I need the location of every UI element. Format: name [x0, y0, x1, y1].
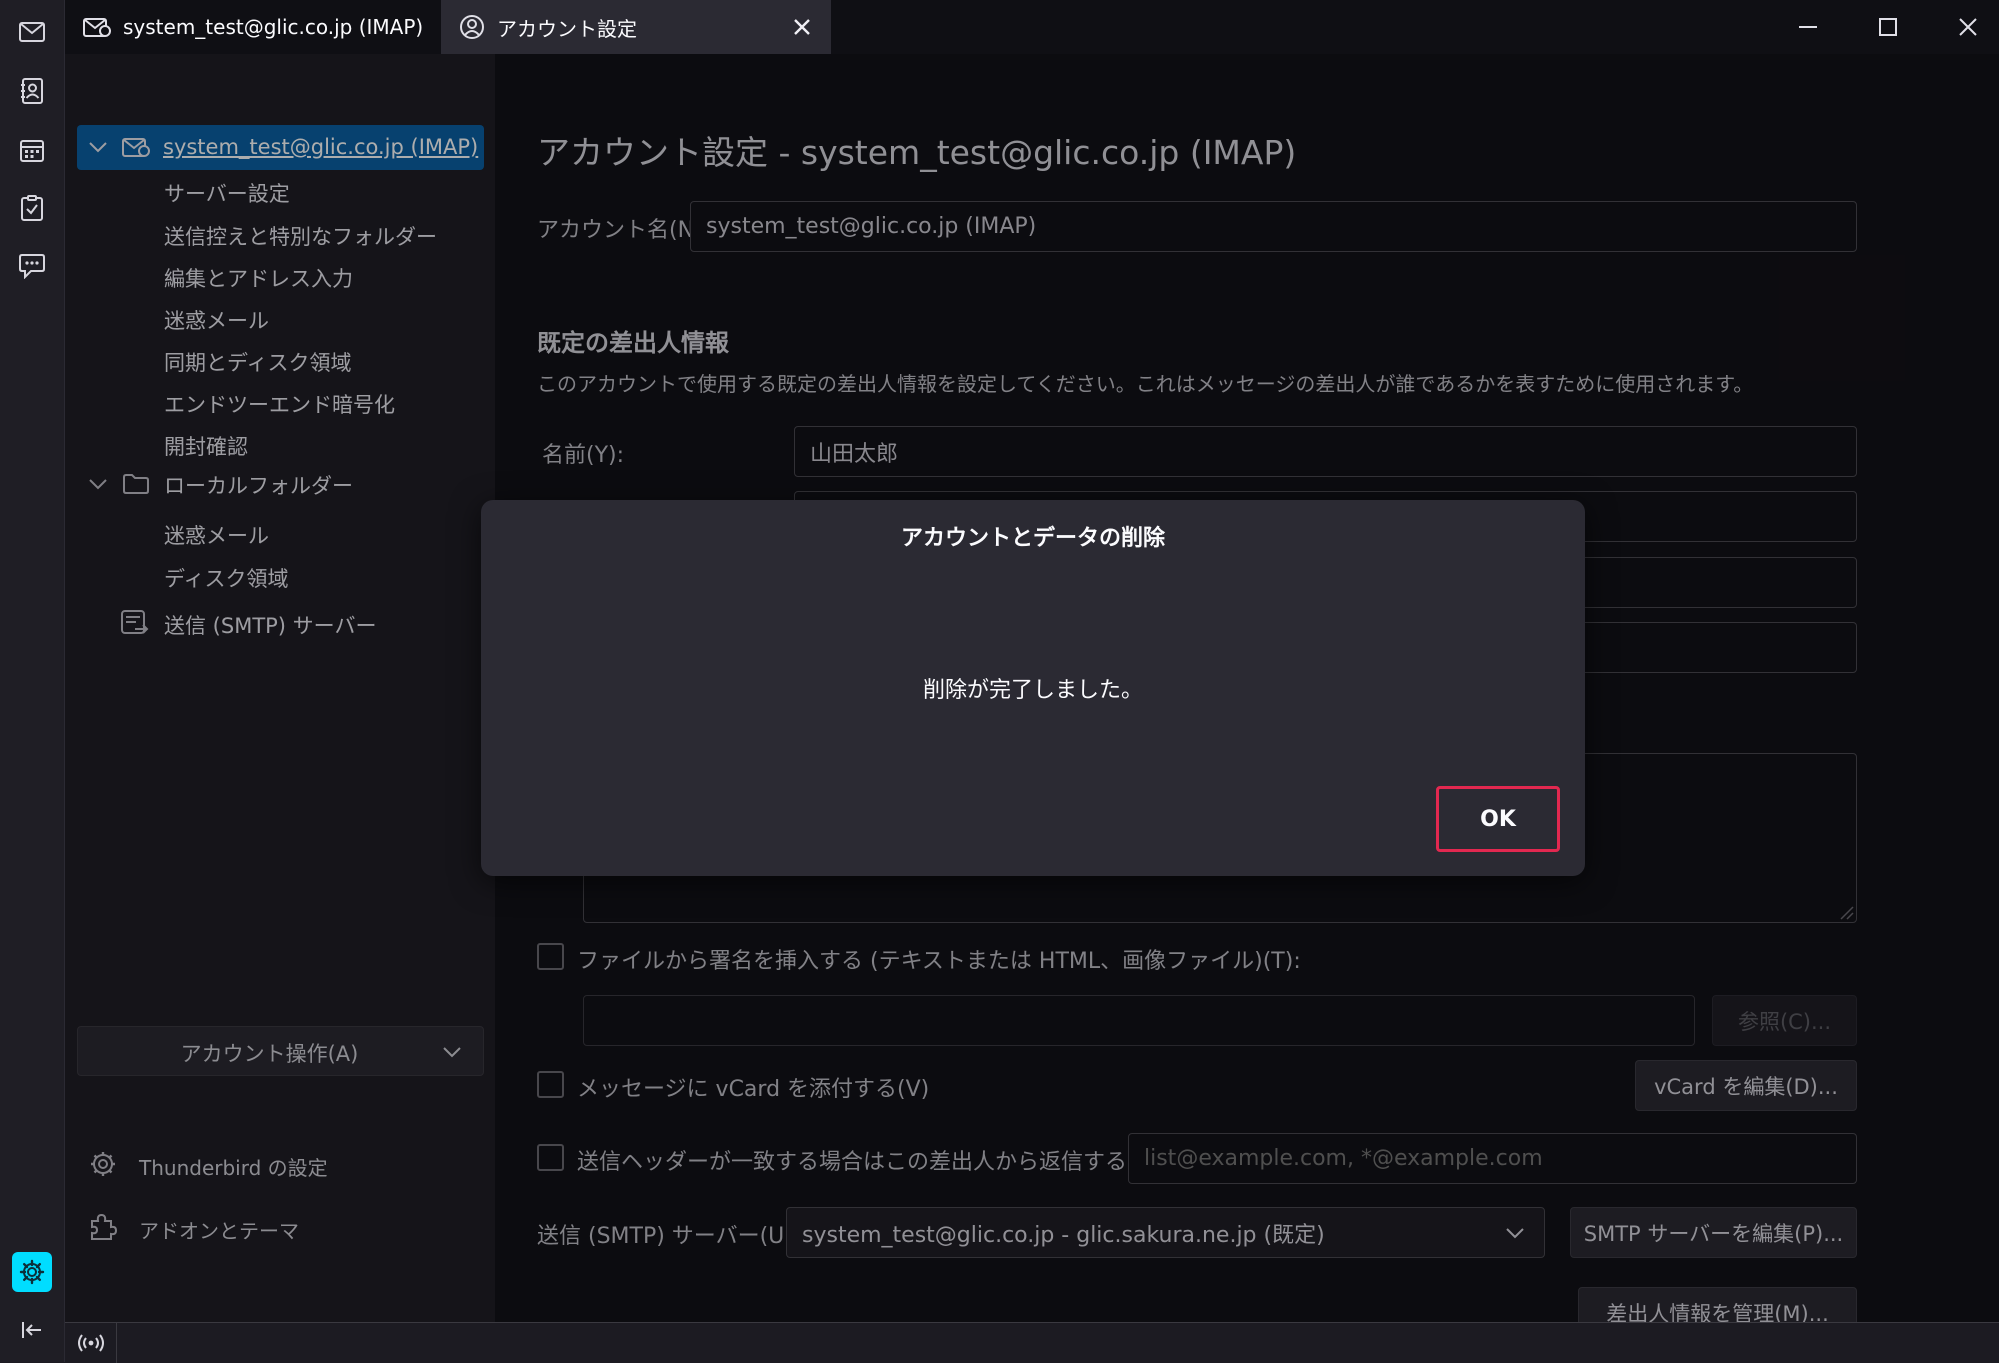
close-tab-icon[interactable]: [793, 18, 811, 36]
tab-mail-label: system_test@glic.co.jp (IMAP): [123, 15, 424, 39]
dialog-message: 削除が完了しました。: [922, 678, 1143, 703]
minimize-icon: [1799, 26, 1817, 28]
tab-account-settings[interactable]: アカウント設定: [441, 0, 831, 54]
online-status-button[interactable]: [65, 1323, 117, 1363]
collapse-left-icon: [22, 1322, 41, 1338]
chat-icon: [19, 254, 45, 279]
tab-mail[interactable]: system_test@glic.co.jp (IMAP): [65, 0, 458, 54]
mail-space-button[interactable]: [12, 12, 52, 52]
maximize-button[interactable]: [1849, 0, 1927, 54]
calendar-icon: [20, 140, 44, 162]
calendar-space-button[interactable]: [12, 130, 52, 170]
tab-account-settings-label: アカウント設定: [497, 16, 637, 41]
status-bar: [65, 1322, 1999, 1363]
maximize-icon: [1879, 18, 1897, 36]
tasks-space-button[interactable]: [12, 188, 52, 228]
mail-icon: [19, 22, 45, 42]
online-signal-icon: [77, 1334, 104, 1352]
mail-account-icon: [83, 18, 111, 37]
settings-space-button[interactable]: [12, 1252, 52, 1292]
tab-bar: system_test@glic.co.jp (IMAP) アカウント設定: [65, 0, 1999, 54]
chat-space-button[interactable]: [12, 246, 52, 286]
dialog-title: アカウントとデータの削除: [900, 526, 1165, 551]
ok-button[interactable]: OK: [1436, 786, 1560, 852]
gear-icon: [19, 1259, 45, 1285]
address-book-space-button[interactable]: [12, 71, 52, 111]
address-book-icon: [21, 78, 43, 104]
collapse-spaces-button[interactable]: [12, 1310, 52, 1350]
spaces-toolbar: [0, 0, 65, 1362]
delete-complete-dialog: アカウントとデータの削除 削除が完了しました。 OK: [481, 500, 1585, 876]
tasks-icon: [21, 195, 43, 221]
minimize-button[interactable]: [1769, 0, 1847, 54]
account-settings-icon: [460, 15, 484, 39]
window-close-button[interactable]: [1929, 0, 1999, 54]
close-icon: [1959, 18, 1977, 36]
